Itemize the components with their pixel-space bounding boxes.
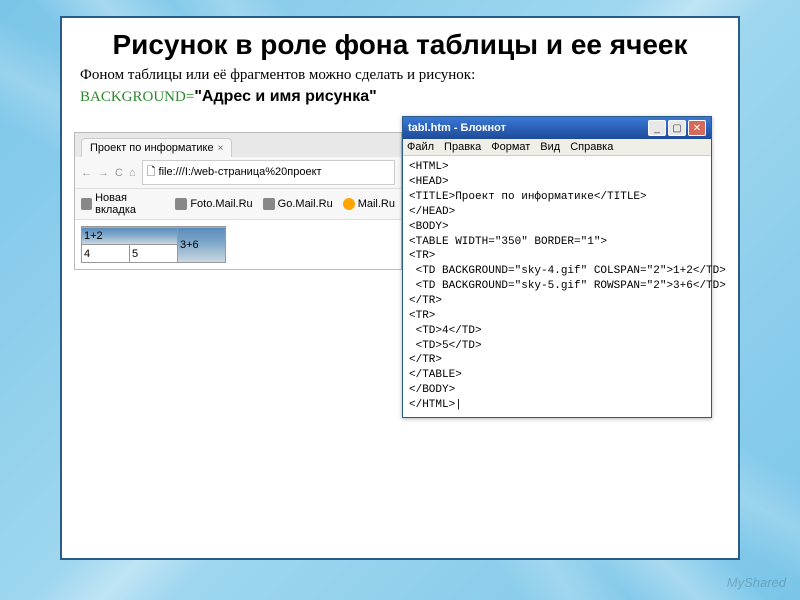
- close-icon[interactable]: ×: [218, 143, 224, 154]
- bookmark-icon: [263, 198, 275, 210]
- bookmark-item[interactable]: Foto.Mail.Ru: [175, 192, 252, 216]
- cell-1-2: 1+2: [82, 227, 178, 245]
- attr-name: BACKGROUND: [80, 89, 186, 105]
- slide-title: Рисунок в роле фона таблицы и ее ячеек: [80, 30, 720, 59]
- intro-text: Фоном таблицы или её фрагментов можно сд…: [80, 67, 720, 84]
- browser-tabbar: Проект по информатике ×: [75, 133, 401, 157]
- attr-value: "Адрес и имя рисунка": [194, 88, 376, 105]
- bookmark-label: Новая вкладка: [95, 192, 165, 216]
- bookmark-bar: Новая вкладка Foto.Mail.Ru Go.Mail.Ru Ma…: [75, 189, 401, 220]
- bookmark-item[interactable]: Новая вкладка: [81, 192, 165, 216]
- bookmark-label: Go.Mail.Ru: [278, 198, 333, 210]
- tab-title: Проект по информатике: [90, 142, 214, 154]
- bookmark-icon: [81, 198, 92, 210]
- bookmark-icon: [343, 198, 355, 210]
- cell-5: 5: [130, 245, 178, 263]
- bookmark-label: Mail.Ru: [358, 198, 395, 210]
- menu-edit[interactable]: Правка: [444, 141, 481, 153]
- bookmark-item[interactable]: Mail.Ru: [343, 192, 395, 216]
- attribute-line: BACKGROUND="Адрес и имя рисунка": [80, 88, 720, 106]
- minimize-button[interactable]: _: [648, 120, 666, 136]
- menu-format[interactable]: Формат: [491, 141, 530, 153]
- browser-toolbar: ← → C ⌂ 🗋 file:///I:/web-страница%20прое…: [75, 157, 401, 189]
- browser-viewport: 1+2 3+6 4 5: [75, 220, 401, 269]
- notepad-title: tabl.htm - Блокнот: [408, 122, 646, 134]
- reload-icon[interactable]: C: [115, 167, 123, 179]
- watermark: MyShared: [727, 575, 786, 590]
- close-button[interactable]: ✕: [688, 120, 706, 136]
- cell-3-6: 3+6: [178, 227, 226, 263]
- url-field[interactable]: 🗋 file:///I:/web-страница%20проект: [142, 160, 395, 185]
- slide-frame: Рисунок в роле фона таблицы и ее ячеек Ф…: [60, 16, 740, 560]
- browser-tab[interactable]: Проект по информатике ×: [81, 138, 232, 157]
- bookmark-item[interactable]: Go.Mail.Ru: [263, 192, 333, 216]
- maximize-button[interactable]: ▢: [668, 120, 686, 136]
- bookmark-label: Foto.Mail.Ru: [190, 198, 252, 210]
- menu-view[interactable]: Вид: [540, 141, 560, 153]
- home-icon[interactable]: ⌂: [129, 167, 136, 179]
- notepad-menubar: Файл Правка Формат Вид Справка: [403, 139, 711, 156]
- cell-4: 4: [82, 245, 130, 263]
- menu-file[interactable]: Файл: [407, 141, 434, 153]
- notepad-window: tabl.htm - Блокнот _ ▢ ✕ Файл Правка Фор…: [402, 116, 712, 417]
- bookmark-icon: [175, 198, 187, 210]
- notepad-titlebar[interactable]: tabl.htm - Блокнот _ ▢ ✕: [403, 117, 711, 139]
- page-icon: 🗋: [147, 166, 156, 178]
- back-icon[interactable]: ←: [81, 167, 92, 179]
- demo-table: 1+2 3+6 4 5: [81, 226, 226, 263]
- notepad-body[interactable]: <HTML> <HEAD> <TITLE>Проект по информати…: [403, 156, 711, 416]
- url-text: file:///I:/web-страница%20проект: [159, 166, 322, 178]
- menu-help[interactable]: Справка: [570, 141, 613, 153]
- browser-window: Проект по информатике × ← → C ⌂ 🗋 file:/…: [74, 132, 402, 270]
- forward-icon[interactable]: →: [98, 167, 109, 179]
